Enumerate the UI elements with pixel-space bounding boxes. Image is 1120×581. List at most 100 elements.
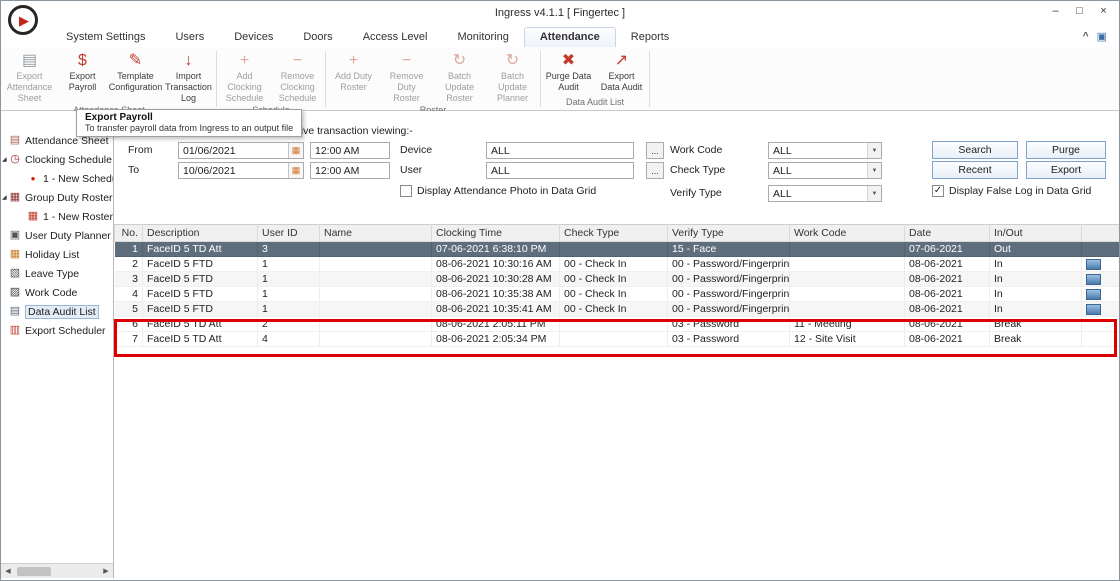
photo-icon[interactable] xyxy=(1086,258,1101,270)
tab-system-settings[interactable]: System Settings xyxy=(51,28,160,47)
export-payroll-button[interactable]: $ Export Payroll xyxy=(56,48,109,93)
tab-access-level[interactable]: Access Level xyxy=(348,28,443,47)
export-data-audit-button[interactable]: ↗ Export Data Audit xyxy=(595,48,648,93)
tab-monitoring[interactable]: Monitoring xyxy=(443,28,524,47)
add-clocking-schedule-button[interactable]: + Add Clocking Schedule xyxy=(218,48,271,103)
cell-verify-type: 03 - Password xyxy=(667,316,790,332)
add-duty-roster-button[interactable]: + Add Duty Roster xyxy=(327,48,380,93)
sidebar-item-clocking-schedule[interactable]: ◢ ◷ Clocking Schedule [ xyxy=(1,150,113,169)
sidebar-item-leave-type[interactable]: ▧ Leave Type xyxy=(1,264,113,283)
sidebar-item-label: Holiday List xyxy=(25,248,80,261)
scroll-left-icon[interactable]: ◀ xyxy=(1,567,15,575)
col-description[interactable]: Description xyxy=(142,224,258,242)
button-label: Add Clocking xyxy=(227,71,262,92)
cell-description: FaceID 5 TD Att xyxy=(142,316,258,332)
tab-users[interactable]: Users xyxy=(160,28,219,47)
scrollbar-thumb[interactable] xyxy=(17,566,51,576)
col-photo[interactable] xyxy=(1081,224,1119,242)
table-row[interactable]: 3 FaceID 5 FTD 1 08-06-2021 10:30:28 AM … xyxy=(114,271,1119,287)
table-row[interactable]: 5 FaceID 5 FTD 1 08-06-2021 10:35:41 AM … xyxy=(114,301,1119,317)
window-panel-icon[interactable]: ▣ xyxy=(1097,30,1107,43)
minimize-icon: – xyxy=(1052,4,1059,17)
collapse-ribbon-icon[interactable]: ^ xyxy=(1083,31,1089,42)
batch-update-roster-button[interactable]: ↻ Batch Update Roster xyxy=(433,48,486,103)
sidebar-hscrollbar[interactable]: ◀ ▶ xyxy=(1,563,113,578)
verify-type-dropdown[interactable]: ALL ▼ xyxy=(768,185,882,202)
display-false-log-checkbox[interactable]: ✓ Display False Log in Data Grid xyxy=(932,185,1091,197)
remove-clocking-schedule-button[interactable]: − Remove Clocking Schedule xyxy=(271,48,324,103)
sidebar-item-new-schedule[interactable]: ● 1 - New Schedul xyxy=(1,169,113,188)
app-logo-icon[interactable]: ▶ xyxy=(8,5,38,35)
checkbox-box[interactable]: ✓ xyxy=(932,185,944,197)
photo-icon[interactable] xyxy=(1086,288,1101,300)
sidebar-item-holiday-list[interactable]: ▦ Holiday List xyxy=(1,245,113,264)
batch-update-planner-button[interactable]: ↻ Batch Update Planner xyxy=(486,48,539,103)
button-label: Batch Update xyxy=(497,71,528,92)
col-work-code[interactable]: Work Code xyxy=(789,224,905,242)
col-name[interactable]: Name xyxy=(319,224,432,242)
photo-icon[interactable] xyxy=(1086,273,1101,285)
export-attendance-sheet-button[interactable]: ▤ Export Attendance Sheet xyxy=(3,48,56,103)
device-browse-button[interactable]: ... xyxy=(646,142,664,159)
device-input[interactable] xyxy=(487,144,633,157)
recent-button[interactable]: Recent xyxy=(932,161,1018,179)
tab-devices[interactable]: Devices xyxy=(219,28,288,47)
display-photo-checkbox[interactable]: Display Attendance Photo in Data Grid xyxy=(400,185,596,197)
purge-data-audit-button[interactable]: ✖ Purge Data Audit xyxy=(542,48,595,93)
import-transaction-log-button[interactable]: ↓ Import Transaction Log xyxy=(162,48,215,103)
search-button[interactable]: Search xyxy=(932,141,1018,159)
calendar-icon[interactable]: ▦ xyxy=(288,143,303,158)
from-date-input[interactable] xyxy=(179,144,288,157)
to-time-input[interactable] xyxy=(311,164,389,177)
cell-work-code xyxy=(789,301,905,317)
col-date[interactable]: Date xyxy=(904,224,990,242)
cell-photo xyxy=(1081,331,1119,347)
minimize-button[interactable]: – xyxy=(1045,3,1066,18)
calendar-icon[interactable]: ▦ xyxy=(288,163,303,178)
cell-in-out: In xyxy=(989,301,1082,317)
sidebar-item-group-duty-roster[interactable]: ◢ ▦ Group Duty Roster [ xyxy=(1,188,113,207)
cell-name xyxy=(319,301,432,317)
maximize-button[interactable]: □ xyxy=(1069,3,1090,18)
tree-expanded-icon[interactable]: ◢ xyxy=(2,194,7,201)
button-label: Attendance Sheet xyxy=(6,81,53,103)
purge-button[interactable]: Purge xyxy=(1026,141,1106,159)
check-type-dropdown[interactable]: ALL ▼ xyxy=(768,162,882,179)
col-in-out[interactable]: In/Out xyxy=(989,224,1082,242)
sidebar-item-new-roster[interactable]: ▦ 1 - New Roster xyxy=(1,207,113,226)
tab-doors[interactable]: Doors xyxy=(288,28,347,47)
close-button[interactable]: × xyxy=(1093,3,1114,18)
sidebar-item-export-scheduler[interactable]: ▥ Export Scheduler xyxy=(1,321,113,340)
table-row[interactable]: 7 FaceID 5 TD Att 4 08-06-2021 2:05:34 P… xyxy=(114,331,1119,347)
export-button[interactable]: Export xyxy=(1026,161,1106,179)
checkbox-box[interactable] xyxy=(400,185,412,197)
tab-attendance[interactable]: Attendance xyxy=(523,27,616,47)
sidebar-item-data-audit-list[interactable]: ▤ Data Audit List xyxy=(1,302,113,321)
table-row[interactable]: 1 FaceID 5 TD Att 3 07-06-2021 6:38:10 P… xyxy=(114,241,1119,257)
col-clocking-time[interactable]: Clocking Time xyxy=(431,224,560,242)
photo-icon[interactable] xyxy=(1086,303,1101,315)
sidebar-item-work-code[interactable]: ▨ Work Code xyxy=(1,283,113,302)
maximize-icon: □ xyxy=(1076,4,1083,17)
to-date-input[interactable] xyxy=(179,164,288,177)
user-browse-button[interactable]: ... xyxy=(646,162,664,179)
user-input[interactable] xyxy=(487,164,633,177)
work-code-dropdown[interactable]: ALL ▼ xyxy=(768,142,882,159)
cell-name xyxy=(319,241,432,257)
tree-expanded-icon[interactable]: ◢ xyxy=(2,156,7,163)
col-user-id[interactable]: User ID xyxy=(257,224,320,242)
button-label: Template xyxy=(117,71,154,81)
col-check-type[interactable]: Check Type xyxy=(559,224,668,242)
table-row[interactable]: 4 FaceID 5 FTD 1 08-06-2021 10:35:38 AM … xyxy=(114,286,1119,302)
table-row[interactable]: 2 FaceID 5 FTD 1 08-06-2021 10:30:16 AM … xyxy=(114,256,1119,272)
sidebar-item-user-duty-planner[interactable]: ▣ User Duty Planner xyxy=(1,226,113,245)
cell-in-out: Break xyxy=(989,331,1082,347)
table-row[interactable]: 6 FaceID 5 TD Att 2 08-06-2021 2:05:11 P… xyxy=(114,316,1119,332)
template-configuration-button[interactable]: ✎ Template Configuration xyxy=(109,48,163,93)
col-no[interactable]: No. xyxy=(114,224,143,242)
remove-duty-roster-button[interactable]: − Remove Duty Roster xyxy=(380,48,433,103)
col-verify-type[interactable]: Verify Type xyxy=(667,224,790,242)
from-time-input[interactable] xyxy=(311,144,389,157)
tab-reports[interactable]: Reports xyxy=(616,28,685,47)
scroll-right-icon[interactable]: ▶ xyxy=(99,567,113,575)
